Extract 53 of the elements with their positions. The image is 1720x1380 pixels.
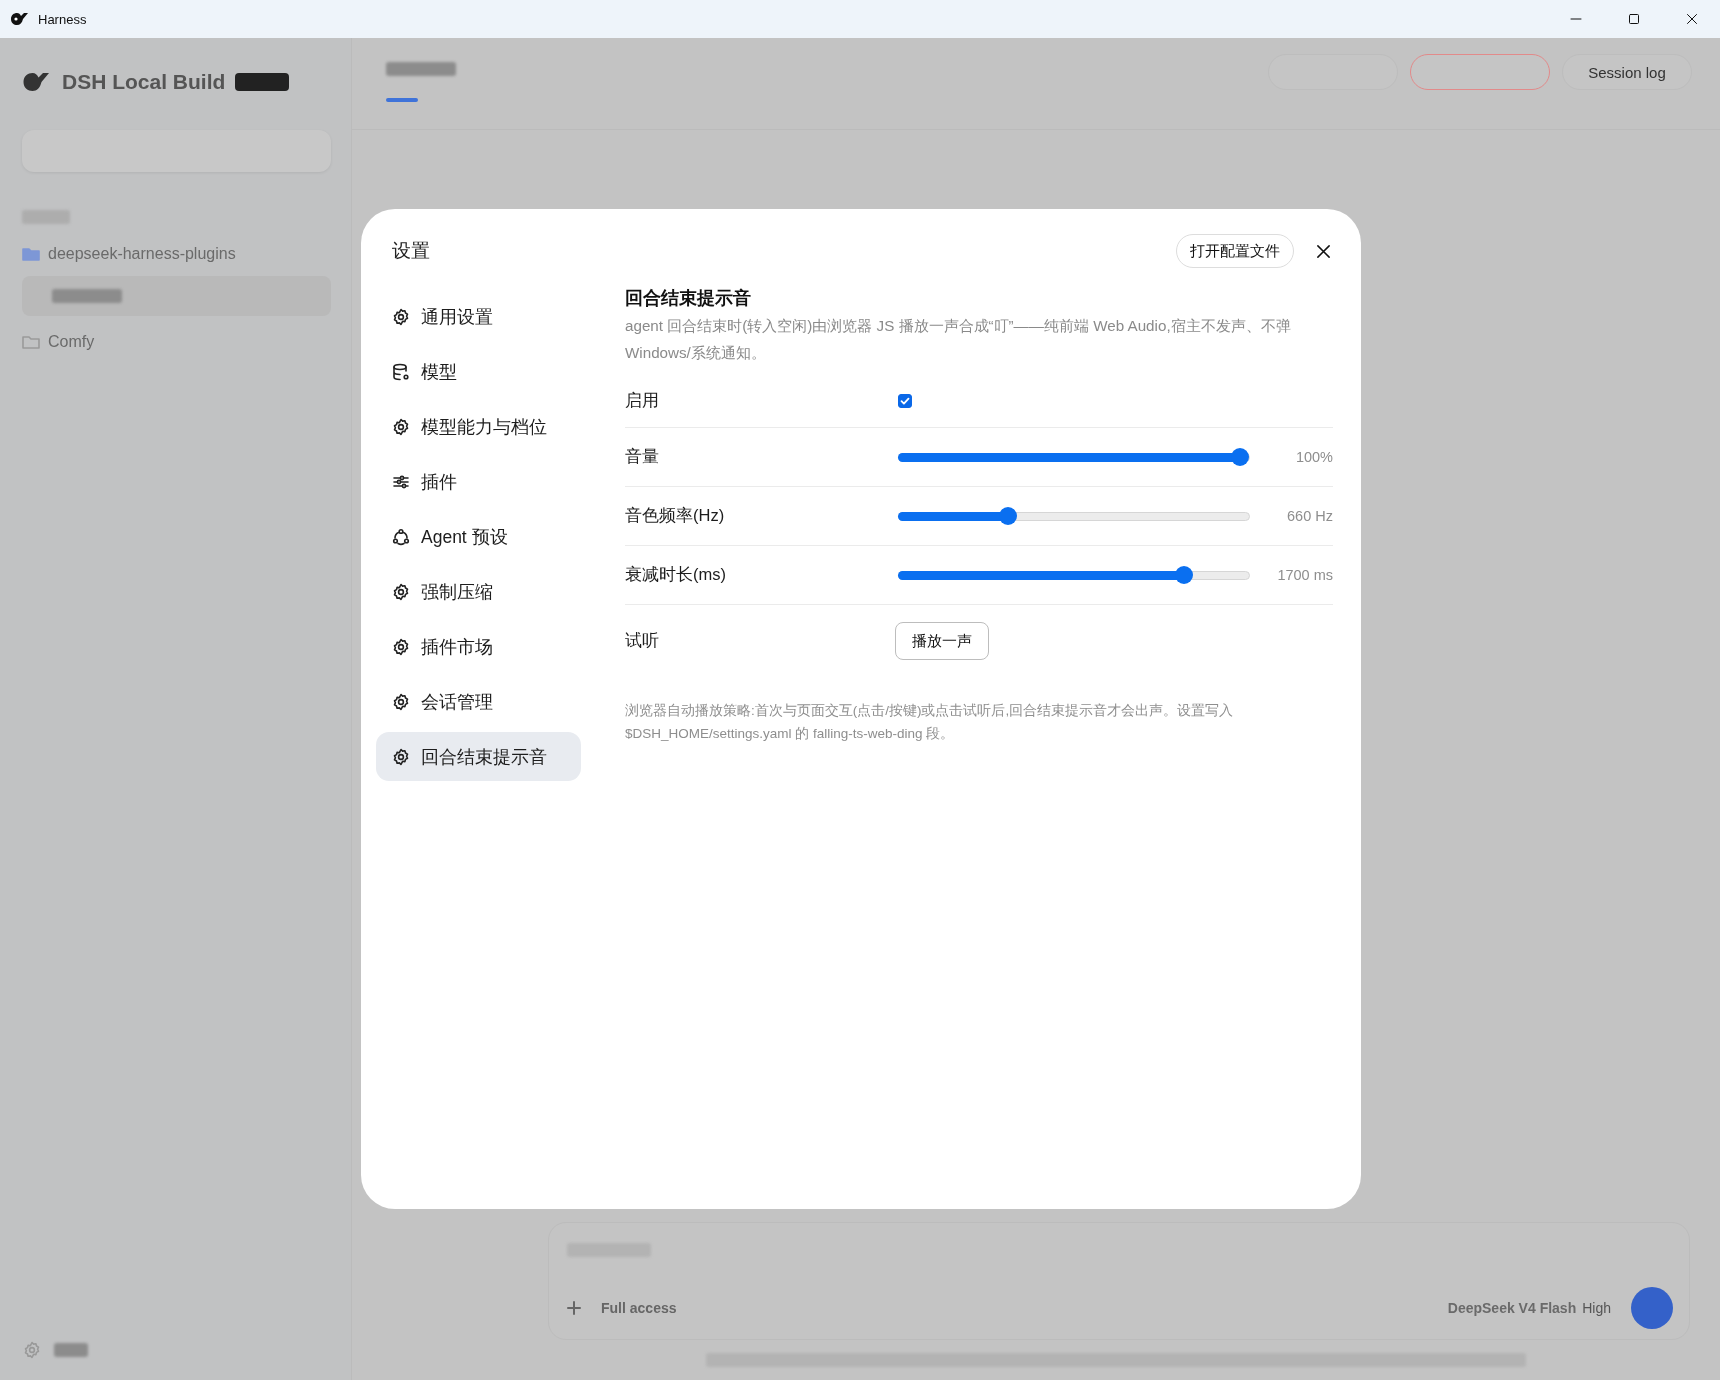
note-text: 浏览器自动播放策略:首次与页面交互(点击/按键)或点击试听后,回合结束提示音才会出声。设置写入 $DSH_HOME/settings.yaml 的 falling-ts-web-ding 段。 xyxy=(625,702,1235,743)
slider-value: 100% xyxy=(1294,449,1333,465)
setting-label: 音色频率(Hz) xyxy=(625,505,726,526)
setting-label: 衰减时长(ms) xyxy=(625,564,727,585)
nav-item[interactable]: 模型能力与档位 xyxy=(376,402,581,451)
window-title: Harness xyxy=(38,11,87,27)
maximize-icon[interactable] xyxy=(1628,13,1640,25)
nav-item[interactable]: Agent 预设 xyxy=(376,512,581,561)
nav-item[interactable]: 回合结束提示音 xyxy=(376,732,581,781)
slider-thumb[interactable] xyxy=(998,506,1017,525)
version-badge xyxy=(235,73,290,91)
gear-icon xyxy=(391,581,411,602)
blurred-text xyxy=(386,62,456,76)
checkbox[interactable] xyxy=(898,393,912,408)
close-icon[interactable] xyxy=(1316,243,1331,259)
nav-item[interactable]: 插件 xyxy=(376,457,581,506)
setting-label: 音量 xyxy=(625,446,660,467)
gear-icon xyxy=(391,416,411,437)
open-config-button[interactable]: 打开配置文件 xyxy=(1176,234,1294,268)
plus-icon[interactable] xyxy=(567,1301,581,1315)
gear-icon xyxy=(391,746,411,767)
nav-item[interactable]: 会话管理 xyxy=(376,677,581,726)
slider-thumb[interactable] xyxy=(1231,447,1249,466)
nav-item[interactable]: 模型 xyxy=(376,347,581,396)
blurred-tab[interactable] xyxy=(386,98,418,102)
dialog-title: 设置 xyxy=(391,239,431,263)
close-icon[interactable] xyxy=(1686,13,1698,25)
logo-icon xyxy=(22,70,52,94)
slider-value: 1700 ms xyxy=(1276,567,1333,583)
nav-item[interactable]: 通用设置 xyxy=(376,292,581,341)
effort-level: High xyxy=(1582,1300,1611,1316)
play-button[interactable]: 播放一声 xyxy=(895,622,989,660)
gear-icon xyxy=(391,636,411,657)
nav-item[interactable]: 强制压缩 xyxy=(376,567,581,616)
session-log-button[interactable]: Session log xyxy=(1562,54,1692,90)
blurred-text xyxy=(52,289,122,303)
model-name: DeepSeek V4 Flash xyxy=(1447,1300,1577,1316)
model-selector[interactable]: DeepSeek V4 Flash High xyxy=(1447,1300,1611,1316)
database-gear-icon xyxy=(391,361,411,382)
slider-thumb[interactable] xyxy=(1174,565,1193,584)
nav-item[interactable]: 插件市场 xyxy=(376,622,581,671)
setting-label: 试听 xyxy=(625,630,660,651)
blurred-text xyxy=(54,1343,88,1357)
logo-icon xyxy=(10,11,30,27)
three-circles-icon xyxy=(391,526,411,547)
slider-value: 660 Hz xyxy=(1286,508,1333,524)
setting-label: 启用 xyxy=(625,389,660,411)
section-description: agent 回合结束时(转入空闲)由浏览器 JS 播放一声合成“叮”——纯前端 Web Audio,宿主不发声、不弹 Windows/系统通知。 xyxy=(625,316,1292,363)
stop-button[interactable] xyxy=(1631,1287,1673,1329)
app-name: DSH Local Build xyxy=(62,70,226,94)
gear-icon xyxy=(391,691,411,712)
gear-icon xyxy=(391,306,411,327)
section-title: 回合结束提示音 xyxy=(625,287,752,310)
